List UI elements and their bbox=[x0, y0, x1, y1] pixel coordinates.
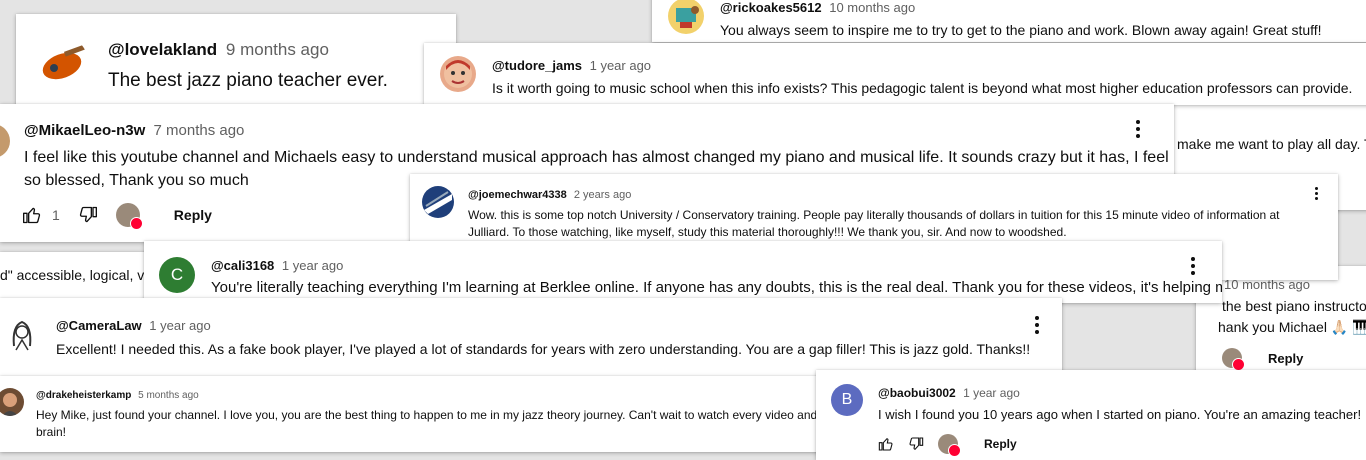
creator-heart-avatar bbox=[1222, 348, 1245, 371]
like-icon[interactable] bbox=[878, 436, 894, 452]
comment-text: Is it worth going to music school when t… bbox=[492, 80, 1353, 96]
comment-time[interactable]: 1 year ago bbox=[282, 258, 343, 273]
comment-card-cameralaw: @CameraLaw 1 year ago Excellent! I neede… bbox=[0, 298, 1062, 378]
avatar[interactable] bbox=[0, 124, 10, 158]
comment-card-partial-left: d" accessible, logical, vi bbox=[0, 252, 150, 298]
comment-author[interactable]: @tudore_jams bbox=[492, 58, 582, 73]
comment-card-lovelakland: @lovelakland 9 months ago The best jazz … bbox=[16, 14, 456, 106]
avatar[interactable] bbox=[0, 388, 24, 416]
dislike-icon[interactable] bbox=[908, 436, 924, 452]
avatar-letter: B bbox=[841, 391, 853, 408]
comment-time[interactable]: 1 year ago bbox=[963, 386, 1020, 400]
avatar-letter: C bbox=[170, 265, 184, 284]
like-count: 1 bbox=[52, 207, 60, 223]
creator-heart-avatar bbox=[938, 434, 961, 457]
comment-author[interactable]: @cali3168 bbox=[211, 258, 274, 273]
comment-card-tudore: @tudore_jams 1 year ago Is it worth goin… bbox=[424, 43, 1366, 105]
comment-author[interactable]: @CameraLaw bbox=[56, 318, 142, 333]
comment-author[interactable]: @lovelakland bbox=[108, 40, 217, 59]
more-actions-icon[interactable] bbox=[1315, 187, 1318, 200]
avatar[interactable] bbox=[422, 186, 454, 218]
comment-text: You're literally teaching everything I'm… bbox=[211, 279, 1222, 296]
heart-icon bbox=[129, 217, 143, 230]
comment-author[interactable]: @drakeheisterkamp bbox=[36, 390, 131, 401]
comment-time[interactable]: 5 months ago bbox=[138, 390, 199, 401]
comment-author[interactable]: @baobui3002 bbox=[878, 386, 956, 400]
avatar[interactable]: B bbox=[831, 384, 863, 416]
comment-card-rickoakes: @rickoakes5612 10 months ago You always … bbox=[652, 0, 1366, 42]
comment-text: You always seem to inspire me to try to … bbox=[720, 22, 1322, 38]
comment-text: Hey Mike, just found your channel. I lov… bbox=[36, 408, 830, 422]
comment-card-drakeheister: @drakeheisterkamp 5 months ago Hey Mike,… bbox=[0, 376, 830, 452]
comment-card-cali3168: C @cali3168 1 year ago You're literally … bbox=[144, 241, 1222, 303]
comment-time[interactable]: 2 years ago bbox=[574, 189, 631, 201]
dislike-icon[interactable] bbox=[78, 205, 98, 225]
comment-text: make me want to play all day. T bbox=[1177, 136, 1366, 152]
comment-text-continued: brain! bbox=[36, 425, 67, 439]
reply-button[interactable]: Reply bbox=[1268, 351, 1303, 366]
creator-heart-avatar bbox=[115, 203, 143, 230]
comment-time[interactable]: 10 months ago bbox=[829, 0, 915, 15]
comment-text: Excellent! I needed this. As a fake book… bbox=[56, 341, 1031, 357]
comment-text: The best jazz piano teacher ever. bbox=[108, 70, 388, 91]
avatar[interactable] bbox=[668, 0, 704, 34]
comment-author[interactable]: @joemechwar4338 bbox=[468, 189, 567, 201]
avatar[interactable] bbox=[36, 36, 88, 88]
comment-time[interactable]: 1 year ago bbox=[590, 58, 651, 73]
comment-text: I wish I found you 10 years ago when I s… bbox=[878, 407, 1362, 422]
comment-author[interactable]: @MikaelLeo-n3w bbox=[24, 122, 145, 139]
comment-text: hank you Michael 🙏🏻 🎹 bbox=[1218, 319, 1366, 335]
reply-button[interactable]: Reply bbox=[174, 207, 212, 223]
comment-author[interactable]: @rickoakes5612 bbox=[720, 0, 822, 15]
like-icon[interactable] bbox=[22, 205, 42, 225]
reply-button[interactable]: Reply bbox=[984, 437, 1017, 451]
comment-time[interactable]: 9 months ago bbox=[226, 40, 329, 59]
heart-icon bbox=[948, 444, 961, 457]
avatar[interactable] bbox=[4, 316, 40, 352]
comment-text: Wow. this is some top notch University /… bbox=[468, 208, 1280, 239]
more-actions-icon[interactable] bbox=[1035, 316, 1039, 334]
comment-text: d" accessible, logical, vi bbox=[0, 267, 148, 283]
more-actions-icon[interactable] bbox=[1136, 120, 1140, 138]
comment-text: the best piano instructo bbox=[1222, 298, 1366, 314]
avatar[interactable]: C bbox=[159, 257, 195, 293]
more-actions-icon[interactable] bbox=[1191, 257, 1195, 275]
comment-time[interactable]: 7 months ago bbox=[154, 122, 245, 139]
comment-time[interactable]: 1 year ago bbox=[149, 318, 210, 333]
avatar[interactable] bbox=[440, 56, 476, 92]
